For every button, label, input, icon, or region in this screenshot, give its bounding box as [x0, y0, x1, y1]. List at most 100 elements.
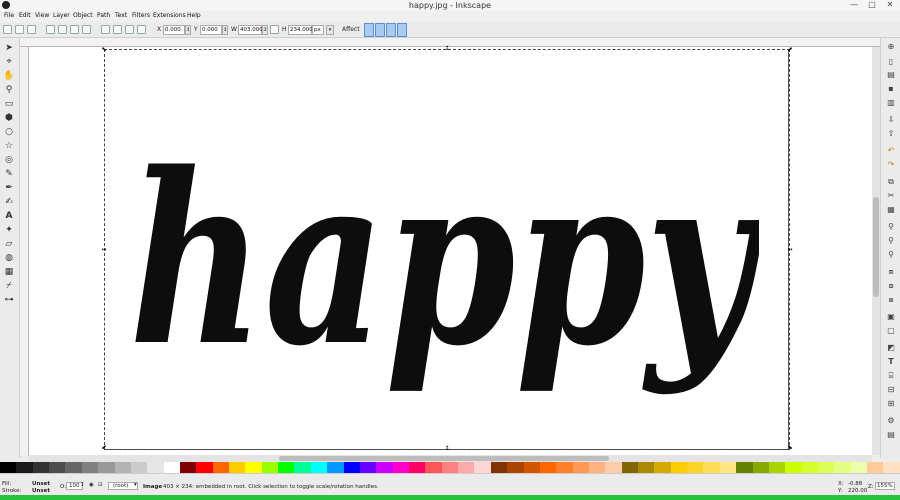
gradient-tool-icon[interactable]: ▦ [3, 267, 15, 278]
y-input[interactable]: 0.000 [200, 25, 222, 35]
3d-box-tool-icon[interactable]: ⬢ [3, 113, 15, 124]
palette-swatch[interactable] [163, 462, 180, 473]
palette-swatch[interactable] [229, 462, 246, 473]
menu-edit[interactable]: Edit [19, 12, 31, 19]
zoom-drawing-icon[interactable]: ⚲ [886, 236, 896, 246]
x-spinner[interactable]: ↕ [185, 25, 191, 35]
palette-swatch[interactable] [310, 462, 328, 473]
export-icon[interactable]: ⇧ [886, 129, 896, 139]
import-icon[interactable]: ⇩ [886, 115, 896, 125]
eraser-tool-icon[interactable]: ▱ [3, 239, 15, 250]
palette-swatch[interactable] [65, 462, 82, 473]
palette-swatch[interactable] [458, 462, 475, 473]
fill-value[interactable]: Unset [32, 481, 50, 487]
palette-swatch[interactable] [327, 462, 344, 473]
text-font-icon[interactable]: T [886, 357, 896, 367]
width-spinner[interactable]: ↕ [262, 25, 268, 35]
unit-dropdown-chevron-icon[interactable]: ▾ [326, 25, 334, 35]
menu-object[interactable]: Object [73, 12, 93, 19]
scale-handle-right[interactable]: ↔ [787, 247, 793, 253]
palette-swatch[interactable] [817, 462, 835, 473]
paint-bucket-tool-icon[interactable]: ◍ [3, 253, 15, 264]
scale-handle-left[interactable]: ↔ [101, 247, 107, 253]
print-icon[interactable]: ▥ [886, 98, 896, 108]
transform-icon[interactable]: ⊞ [886, 399, 896, 409]
palette-swatch[interactable] [98, 462, 115, 473]
palette-swatch[interactable] [16, 462, 33, 473]
clone-icon[interactable]: ⧇ [886, 281, 896, 291]
select-all-layers-icon[interactable] [15, 25, 24, 34]
menu-help[interactable]: Help [187, 12, 201, 19]
palette-swatch[interactable] [654, 462, 671, 473]
palette-swatch[interactable] [801, 462, 818, 473]
layer-dropdown-chevron-icon[interactable]: ▾ [134, 482, 137, 488]
zoom-input[interactable]: 155% [875, 482, 895, 490]
minimize-button[interactable]: — [846, 0, 862, 11]
width-input[interactable]: 403.000 [238, 25, 263, 35]
pen-tool-icon[interactable]: ✒ [3, 183, 15, 194]
horizontal-ruler[interactable] [20, 38, 880, 47]
menu-text[interactable]: Text [115, 12, 127, 19]
raise-icon[interactable] [113, 25, 122, 34]
stroke-value[interactable]: Unset [32, 488, 50, 494]
palette-swatch[interactable] [687, 462, 704, 473]
rectangle-tool-icon[interactable]: ▭ [3, 99, 15, 110]
palette-swatch[interactable] [212, 462, 230, 473]
happy-script-image[interactable]: happy [119, 107, 759, 407]
palette-swatch[interactable] [850, 462, 868, 473]
palette-swatch[interactable] [474, 462, 491, 473]
unlink-clone-icon[interactable]: ⧆ [886, 295, 896, 305]
connector-tool-icon[interactable]: ⊶ [3, 295, 15, 306]
redo-icon[interactable]: ↷ [886, 160, 896, 170]
zoom-selection-icon[interactable]: ⚲ [886, 222, 896, 232]
raise-to-top-icon[interactable] [101, 25, 110, 34]
deselect-icon[interactable] [27, 25, 36, 34]
palette-swatch[interactable] [408, 462, 426, 473]
zoom-fit-icon[interactable]: ⊕ [886, 42, 896, 52]
ungroup-icon[interactable]: ▢ [886, 326, 896, 336]
spiral-tool-icon[interactable]: ◎ [3, 155, 15, 166]
palette-swatch[interactable] [539, 462, 557, 473]
menu-layer[interactable]: Layer [53, 12, 70, 19]
lock-layer-icon[interactable]: ⊡ [98, 482, 103, 488]
palette-swatch[interactable] [588, 462, 606, 473]
vertical-ruler[interactable] [20, 47, 29, 456]
close-button[interactable]: ✕ [882, 0, 898, 11]
horizontal-scroll-thumb[interactable] [279, 456, 609, 461]
lower-to-bottom-icon[interactable] [137, 25, 146, 34]
menu-extensions[interactable]: Extensions [153, 12, 186, 19]
palette-swatch[interactable] [834, 462, 851, 473]
rotate-cw-icon[interactable] [58, 25, 67, 34]
tweak-tool-icon[interactable]: ✋ [3, 71, 15, 82]
palette-swatch[interactable] [376, 462, 393, 473]
palette-swatch[interactable] [638, 462, 655, 473]
palette-swatch[interactable] [670, 462, 688, 473]
palette-swatch[interactable] [261, 462, 279, 473]
scale-handle-bottom-right[interactable]: ⬊ [787, 445, 793, 451]
horizontal-scrollbar[interactable] [29, 455, 872, 462]
palette-swatch[interactable] [883, 462, 900, 473]
palette-swatch[interactable] [278, 462, 295, 473]
palette-swatch[interactable] [621, 462, 639, 473]
fill-stroke-icon[interactable]: ◩ [886, 343, 896, 353]
drawing-canvas[interactable]: ⬉ ↕ ⬈ ↔ ↔ ⬋ ↕ ⬊ happy [29, 46, 880, 455]
palette-swatch[interactable] [179, 462, 197, 473]
menu-filters[interactable]: Filters [132, 12, 150, 19]
palette-swatch[interactable] [130, 462, 148, 473]
flip-vertical-icon[interactable] [82, 25, 91, 34]
palette-swatch[interactable] [605, 462, 622, 473]
menu-view[interactable]: View [35, 12, 49, 19]
palette-swatch[interactable] [556, 462, 573, 473]
x-input[interactable]: 0.000 [163, 25, 185, 35]
document-properties-icon[interactable]: ▤ [886, 430, 896, 440]
undo-icon[interactable]: ↶ [886, 146, 896, 156]
flip-horizontal-icon[interactable] [70, 25, 79, 34]
pencil-tool-icon[interactable]: ✎ [3, 169, 15, 180]
spray-tool-icon[interactable]: ✦ [3, 225, 15, 236]
palette-swatch[interactable] [294, 462, 311, 473]
text-tool-icon[interactable]: A [3, 211, 15, 222]
star-tool-icon[interactable]: ☆ [3, 141, 15, 152]
palette-swatch[interactable] [359, 462, 377, 473]
palette-swatch[interactable] [867, 462, 884, 473]
scale-handle-bottom[interactable]: ↕ [444, 446, 450, 452]
